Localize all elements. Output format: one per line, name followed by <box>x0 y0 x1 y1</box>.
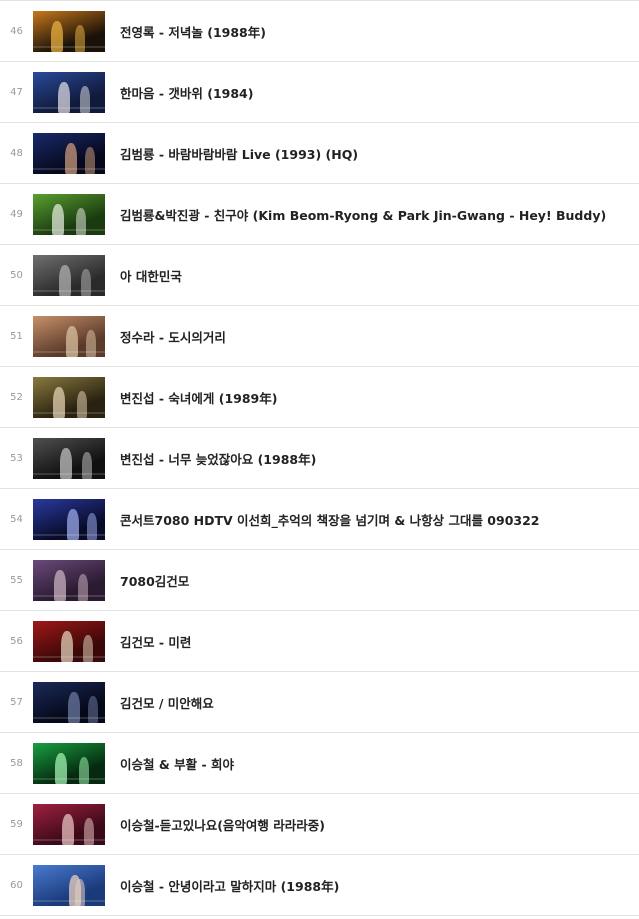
row-index: 59 <box>10 818 23 830</box>
thumbnail-caption-strip <box>33 838 105 841</box>
playlist-row[interactable]: 53 변진섭 - 너무 늦었잖아요 (1988年) <box>0 428 639 489</box>
row-index: 50 <box>10 269 23 281</box>
video-title-link[interactable]: 전영록 - 저녁놀 (1988年) <box>120 22 266 41</box>
row-index: 53 <box>10 452 23 464</box>
woman-portrait-thumbnail[interactable] <box>33 376 105 418</box>
video-title-link[interactable]: 변진섭 - 숙녀에게 (1989年) <box>120 388 277 407</box>
video-title-link[interactable]: 김범룡 - 바람바람바람 Live (1993) (HQ) <box>120 144 358 163</box>
video-title-link[interactable]: 김건모 - 미련 <box>120 632 191 651</box>
thumbnail-caption-strip <box>33 411 105 414</box>
video-title-link[interactable]: 변진섭 - 너무 늦었잖아요 (1988年) <box>120 449 316 468</box>
video-title-link[interactable]: 한마음 - 갯바위 (1984) <box>120 83 253 102</box>
row-index: 57 <box>10 696 23 708</box>
playlist-row[interactable]: 56 김건모 - 미련 <box>0 611 639 672</box>
row-index: 48 <box>10 147 23 159</box>
row-index: 58 <box>10 757 23 769</box>
row-index: 49 <box>10 208 23 220</box>
video-playlist: 46 전영록 - 저녁놀 (1988年) 47 한마음 - 갯바위 (1984) 48 김… <box>0 0 639 919</box>
playlist-row[interactable]: 60 이승철 - 안녕이라고 말하지마 (1988年) <box>0 855 639 916</box>
playlist-row[interactable]: 59 이승철-듣고있나요(음악여행 라라라중) <box>0 794 639 855</box>
playlist-row[interactable]: 58 이승철 & 부활 - 희야 <box>0 733 639 794</box>
row-index: 46 <box>10 25 23 37</box>
row-index: 60 <box>10 879 23 891</box>
thumbnail-caption-strip <box>33 594 105 597</box>
playlist-row[interactable]: 49 김범룡&박진광 - 친구야 (Kim Beom-Ryong & Park J… <box>0 184 639 245</box>
city-skyline-thumbnail[interactable] <box>33 254 105 296</box>
dark-piano-stage-thumbnail[interactable] <box>33 681 105 723</box>
couple-blue-sky-thumbnail[interactable] <box>33 864 105 906</box>
row-index: 52 <box>10 391 23 403</box>
green-stage-duo-thumbnail[interactable] <box>33 193 105 235</box>
singer-closeup-thumbnail[interactable] <box>33 132 105 174</box>
video-title-link[interactable]: 이승철-듣고있나요(음악여행 라라라중) <box>120 815 325 834</box>
video-title-link[interactable]: 아 대한민국 <box>120 266 182 285</box>
singer-red-background-thumbnail[interactable] <box>33 620 105 662</box>
thumbnail-caption-strip <box>33 289 105 292</box>
row-index: 51 <box>10 330 23 342</box>
row-index: 55 <box>10 574 23 586</box>
thumbnail-caption-strip <box>33 899 105 902</box>
playlist-row[interactable]: 50 아 대한민국 <box>0 245 639 306</box>
playlist-row[interactable]: 54 콘서트7080 HDTV 이선희_추억의 책장을 넘기며 & 나항상 그대를… <box>0 489 639 550</box>
video-title-link[interactable]: 7080김건모 <box>120 571 189 590</box>
thumbnail-caption-strip <box>33 777 105 780</box>
black-white-scene-thumbnail[interactable] <box>33 437 105 479</box>
video-title-link[interactable]: 콘서트7080 HDTV 이선희_추억의 책장을 넘기며 & 나항상 그대를 0… <box>120 510 539 529</box>
thumbnail-caption-strip <box>33 106 105 109</box>
green-light-stage-thumbnail[interactable] <box>33 742 105 784</box>
sunset-silhouette-thumbnail[interactable] <box>33 10 105 52</box>
playlist-row[interactable]: 47 한마음 - 갯바위 (1984) <box>0 62 639 123</box>
thumbnail-caption-strip <box>33 655 105 658</box>
row-index: 54 <box>10 513 23 525</box>
thumbnail-caption-strip <box>33 472 105 475</box>
row-index: 56 <box>10 635 23 647</box>
playlist-row[interactable]: 46 전영록 - 저녁놀 (1988年) <box>0 1 639 62</box>
playlist-row[interactable]: 51 정수라 - 도시의거리 <box>0 306 639 367</box>
thumbnail-caption-strip <box>33 45 105 48</box>
dancers-stage-thumbnail[interactable] <box>33 315 105 357</box>
red-stage-thumbnail[interactable] <box>33 803 105 845</box>
video-title-link[interactable]: 정수라 - 도시의거리 <box>120 327 226 346</box>
purple-studio-thumbnail[interactable] <box>33 559 105 601</box>
video-title-link[interactable]: 이승철 & 부활 - 희야 <box>120 754 234 773</box>
video-title-link[interactable]: 이승철 - 안녕이라고 말하지마 (1988年) <box>120 876 339 895</box>
thumbnail-caption-strip <box>33 167 105 170</box>
thumbnail-caption-strip <box>33 228 105 231</box>
thumbnail-caption-strip <box>33 716 105 719</box>
thumbnail-caption-strip <box>33 533 105 536</box>
playlist-row[interactable]: 57 김건모 / 미안해요 <box>0 672 639 733</box>
video-title-link[interactable]: 김범룡&박진광 - 친구야 (Kim Beom-Ryong & Park Jin… <box>120 205 606 224</box>
row-index: 47 <box>10 86 23 98</box>
video-title-link[interactable]: 김건모 / 미안해요 <box>120 693 214 712</box>
duet-singers-thumbnail[interactable] <box>33 71 105 113</box>
playlist-row[interactable]: 52 변진섭 - 숙녀에게 (1989年) <box>0 367 639 428</box>
thumbnail-caption-strip <box>33 350 105 353</box>
playlist-row[interactable]: 55 7080김건모 <box>0 550 639 611</box>
concert-stage-blue-thumbnail[interactable] <box>33 498 105 540</box>
playlist-row[interactable]: 48 김범룡 - 바람바람바람 Live (1993) (HQ) <box>0 123 639 184</box>
